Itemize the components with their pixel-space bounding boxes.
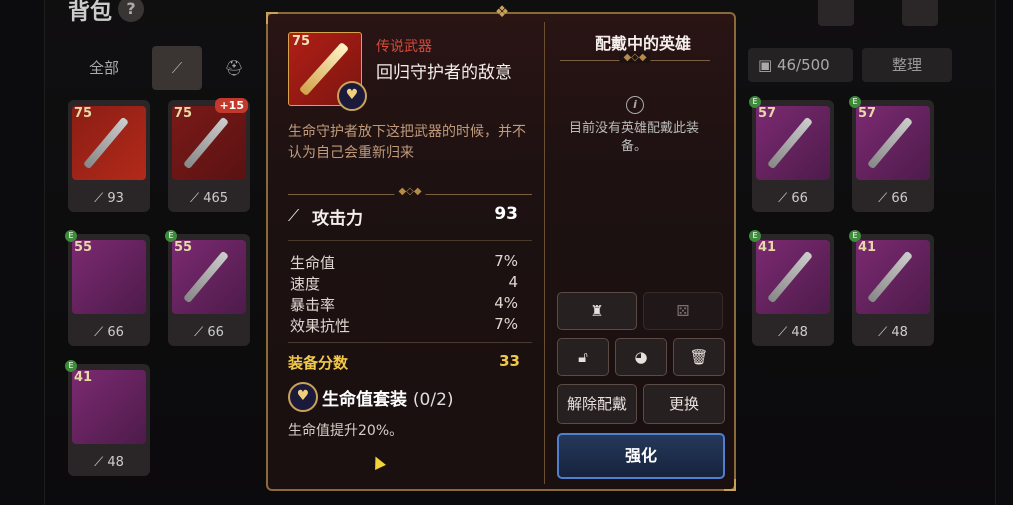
category-tabs: 全部 ⟋ ⛑ — [64, 46, 264, 90]
item-power: ⟋ 48 — [778, 325, 808, 340]
substat-list: 生命值 7% 速度 4 暴击率 4% 效果抗性 7% — [290, 252, 518, 336]
weapon-icon: 75 ♥ — [288, 32, 367, 111]
tab-weapon[interactable]: ⟋ — [152, 46, 202, 90]
item-power: ⟋ 465 — [189, 191, 229, 206]
item-rarity: 传说武器 — [376, 39, 432, 55]
item-power: ⟋ 66 — [94, 325, 124, 340]
gear-score-value: 33 — [499, 352, 520, 370]
item-power: ⟋ 93 — [94, 191, 124, 206]
inventory-title: 背包 — [68, 0, 113, 25]
info-icon: i — [626, 96, 644, 114]
gear-score-row: 装备分数 33 — [288, 352, 520, 372]
substat-row: 速度 4 — [290, 273, 518, 293]
no-hero-message: 目前没有英雄配戴此装备。 — [568, 121, 699, 154]
item-name: 回归守护者的敌意 — [376, 63, 512, 83]
top-icon-b[interactable] — [902, 0, 938, 26]
enhance-button[interactable]: 强化 — [557, 433, 725, 479]
share-button[interactable]: ◕ — [615, 338, 667, 376]
item-power: ⟋ 66 — [778, 191, 808, 206]
enhance-badge: +15 — [215, 98, 248, 113]
item-power: ⟋ 66 — [194, 325, 224, 340]
inventory-slot[interactable]: E 41 ⟋ 48 — [849, 230, 934, 346]
top-icon-a[interactable] — [818, 0, 854, 26]
substat-row: 生命值 7% — [290, 252, 518, 272]
set-name: 生命值套装 — [322, 390, 407, 410]
item-flavor-text: 生命守护者放下这把武器的时候，并不认为自己会重新归来 — [288, 124, 526, 161]
set-count: (0/2) — [412, 390, 454, 410]
inventory-slot[interactable]: 75 ⟋ 93 — [68, 100, 150, 212]
substat-row: 暴击率 4% — [290, 294, 518, 314]
health-set-icon: ♥ — [337, 81, 367, 111]
unequip-button[interactable]: 解除配戴 — [557, 384, 637, 424]
item-power: ⟋ 48 — [878, 325, 908, 340]
inventory-slot[interactable]: E 57 ⟋ 66 — [849, 96, 934, 212]
attack-value: 93 — [494, 204, 518, 224]
inventory-slot[interactable]: E 57 ⟋ 66 — [749, 96, 834, 212]
equipped-hero-title: 配戴中的英雄 — [594, 34, 691, 53]
inventory-count: ▣ 46/500 — [748, 48, 853, 82]
inventory-slot[interactable]: 75 +15 ⟋ 465 — [168, 98, 250, 212]
replace-button[interactable]: 更换 — [643, 384, 725, 424]
substat-row: 效果抗性 7% — [290, 315, 518, 335]
set-effect: 生命值提升20%。 — [288, 423, 404, 439]
dice-icon: ⚄ — [676, 302, 690, 320]
sword-icon: ⟋ — [288, 206, 300, 225]
hero-filter-button[interactable]: ♜ — [557, 292, 637, 330]
health-set-icon: ♥ — [288, 382, 318, 412]
delete-button[interactable]: 🗑︎ — [673, 338, 725, 376]
inventory-slot[interactable]: E 41 ⟋ 48 — [65, 360, 150, 476]
inventory-slot[interactable]: E 55 ⟋ 66 — [65, 230, 150, 346]
sort-button[interactable]: 整理 — [862, 48, 952, 82]
lock-button[interactable]: 🔓︎ — [557, 338, 609, 376]
inventory-slot[interactable]: E 55 ⟋ 66 — [165, 230, 250, 346]
trash-icon: 🗑︎ — [689, 348, 709, 366]
unlock-icon: 🔓︎ — [578, 348, 588, 366]
column-divider — [544, 22, 545, 484]
item-power: ⟋ 48 — [94, 455, 124, 470]
item-detail-popup: ❖ 75 ♥ 传说武器 回归守护者的敌意 生命守护者放下这把武器的时候，并不认为… — [266, 4, 736, 491]
attack-row: ⟋ 攻击力 93 — [288, 204, 518, 229]
hero-icon: ♜ — [590, 302, 604, 320]
item-power: ⟋ 66 — [878, 191, 908, 206]
divider-ornament: ◆◇◆ — [288, 186, 532, 197]
crest-ornament-icon: ❖ — [494, 2, 510, 21]
share-icon: ◕ — [634, 348, 648, 366]
tab-helmet[interactable]: ⛑ — [214, 46, 254, 90]
inventory-slot[interactable]: E 41 ⟋ 48 — [749, 230, 834, 346]
tab-all[interactable]: 全部 — [64, 46, 144, 90]
dice-button[interactable]: ⚄ — [643, 292, 723, 330]
